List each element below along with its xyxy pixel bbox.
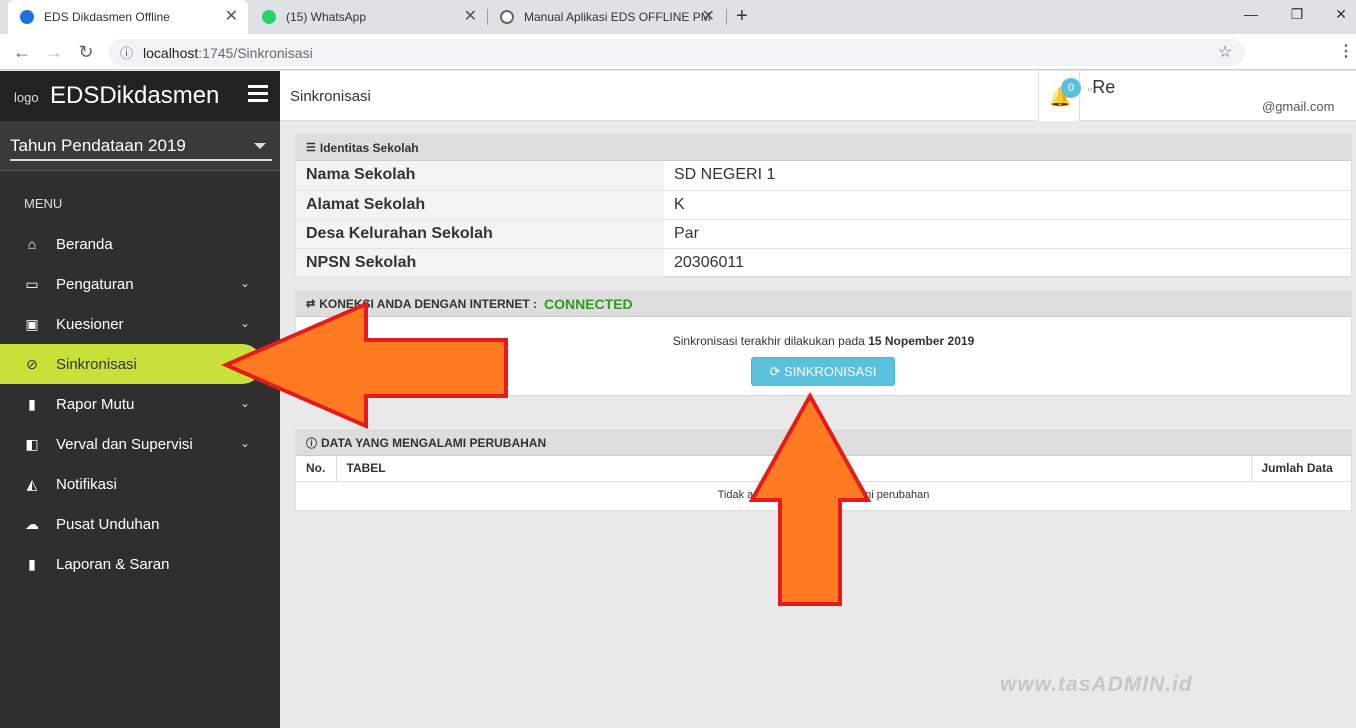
user-email: @gmail.com: [1262, 99, 1335, 114]
page-title: Sinkronisasi: [290, 88, 371, 105]
table-row: Alamat Sekolah K: [296, 190, 1351, 220]
minimize-icon[interactable]: —: [1236, 6, 1266, 22]
panel-title: DATA YANG MENGALAMI PERUBAHAN: [321, 435, 547, 450]
bell-icon: ◭: [26, 476, 38, 492]
sidebar-item-label: Rapor Mutu: [56, 395, 135, 413]
notification-button[interactable]: 🔔 0: [1038, 71, 1081, 121]
last-sync-text: Sinkronisasi terakhir dilakukan pada: [672, 334, 865, 348]
sidebar-item-beranda[interactable]: ⌂ Beranda: [0, 224, 280, 264]
identitas-table: Nama Sekolah SD NEGERI 1 Alamat Sekolah K …: [296, 161, 1351, 278]
reload-icon[interactable]: ↻: [74, 41, 98, 63]
sidebar-item-label: Pengaturan: [56, 275, 134, 293]
arrow-shape: [748, 391, 872, 606]
table-row: Nama Sekolah SD NEGERI 1: [296, 161, 1351, 191]
sidebar-item-label: Beranda: [56, 235, 113, 253]
top-header: Sinkronisasi: [280, 71, 1356, 121]
row-value: K: [664, 190, 1351, 220]
tab-title: EDS Dikdasmen Offline: [44, 10, 170, 24]
new-tab-icon[interactable]: +: [736, 5, 748, 28]
connection-status: CONNECTED: [544, 295, 633, 312]
user-name[interactable]: ▫Re: [1088, 77, 1115, 98]
close-icon[interactable]: ✕: [225, 9, 238, 25]
brand-bar: logo EDSDikdasmen: [0, 71, 280, 121]
sidebar-item-label: Verval dan Supervisi: [56, 435, 193, 453]
forward-icon[interactable]: →: [42, 41, 66, 63]
restore-icon[interactable]: ❐: [1282, 6, 1312, 23]
tab-title: Manual Aplikasi EDS OFFLINE PM: [524, 10, 711, 24]
row-value: SD NEGERI 1: [664, 161, 1351, 191]
list-icon: ☰: [306, 142, 316, 154]
home-icon: ⌂: [27, 236, 37, 252]
globe-icon: [500, 10, 514, 24]
url-path: :1745/Sinkronisasi: [198, 44, 313, 61]
row-key: Alamat Sekolah: [296, 190, 664, 220]
browser-tab[interactable]: EDS Dikdasmen Offline ✕: [8, 0, 248, 34]
refresh-icon: ⟳: [769, 364, 781, 379]
tab-title: (15) WhatsApp: [286, 10, 367, 24]
door-icon: ◧: [25, 436, 39, 452]
sinkronisasi-button-label: SINKRONISASI: [784, 364, 877, 379]
arrow-shape: [220, 300, 508, 430]
monitor-icon: ▭: [25, 276, 39, 292]
logo: logo: [14, 90, 39, 105]
watermark: www.tasADMIN.id: [1000, 673, 1193, 696]
year-select-wrap: Tahun Pendataan 2019: [0, 121, 280, 171]
notification-badge: 0: [1061, 78, 1081, 98]
table-row: NPSN Sekolah 20306011: [296, 248, 1351, 278]
column-header[interactable]: No.: [296, 456, 337, 482]
url-host: localhost: [143, 44, 199, 61]
sidebar-item-label: Pusat Unduhan: [56, 515, 160, 533]
column-header[interactable]: Jumlah Data: [1251, 456, 1351, 482]
row-key: NPSN Sekolah: [296, 248, 664, 278]
browser-menu-icon[interactable]: ⋮: [1338, 41, 1354, 61]
eds-favicon-icon: [20, 10, 34, 24]
user-name-text: Re: [1092, 77, 1116, 97]
chevron-down-icon: ⌄: [239, 276, 250, 290]
last-sync-date: 15 Nopember 2019: [868, 334, 975, 348]
hamburger-icon[interactable]: [248, 85, 268, 106]
ticket-icon: ▣: [25, 316, 39, 332]
sidebar-item-label: Notifikasi: [56, 475, 117, 493]
cloud-download-icon: ☁: [25, 516, 39, 532]
back-icon[interactable]: ←: [10, 41, 34, 63]
browser-tab[interactable]: (15) WhatsApp ✕: [250, 0, 487, 34]
row-value: Par: [664, 219, 1351, 249]
sidebar-item-label: Sinkronisasi: [56, 355, 137, 373]
close-icon[interactable]: ✕: [464, 9, 477, 25]
brand-name: EDSDikdasmen: [50, 82, 220, 109]
url-field[interactable]: ⓘ localhost:1745/Sinkronisasi: [108, 39, 1245, 66]
whatsapp-favicon-icon: [262, 10, 276, 24]
row-key: Nama Sekolah: [296, 161, 664, 191]
sidebar-item-label: Laporan & Saran: [56, 555, 170, 573]
sidebar-item-pusat-unduhan[interactable]: ☁ Pusat Unduhan: [0, 504, 280, 544]
up-arrow-annotation: [748, 391, 872, 606]
book-icon: ▮: [28, 396, 36, 412]
tab-separator: [726, 9, 727, 25]
sidebar-item-label: Kuesioner: [56, 315, 124, 333]
close-icon[interactable]: ✕: [702, 9, 715, 25]
sidebar-item-notifikasi[interactable]: ◭ Notifikasi: [0, 464, 280, 504]
info-circle-icon: ⓘ: [306, 437, 317, 450]
panel-title: Identitas Sekolah: [319, 140, 419, 155]
book-icon: ▮: [28, 556, 36, 572]
year-select[interactable]: Tahun Pendataan 2019: [10, 133, 272, 161]
close-window-icon[interactable]: ✕: [1326, 6, 1356, 23]
row-value: 20306011: [664, 248, 1351, 278]
check-circle-icon: ⊘: [26, 356, 38, 372]
identitas-panel: ☰ Identitas Sekolah Nama Sekolah SD NEGERI…: [295, 134, 1352, 278]
info-icon: ⓘ: [120, 46, 134, 61]
caret-down-icon: [254, 143, 266, 149]
menu-label: MENU: [24, 196, 63, 211]
chevron-down-icon: ⌄: [239, 436, 250, 450]
row-key: Desa Kelurahan Sekolah: [296, 219, 664, 249]
table-row: Desa Kelurahan Sekolah Par: [296, 219, 1351, 249]
bookmark-star-icon[interactable]: ☆: [1218, 42, 1232, 62]
browser-tab[interactable]: Manual Aplikasi EDS OFFLINE PM ✕: [488, 0, 725, 34]
year-select-value: Tahun Pendataan 2019: [10, 136, 186, 155]
panel-header: ☰ Identitas Sekolah: [296, 135, 1351, 161]
left-arrow-annotation: [220, 300, 508, 430]
sinkronisasi-button[interactable]: ⟳ SINKRONISASI: [751, 357, 895, 386]
sidebar-item-laporan[interactable]: ▮ Laporan & Saran: [0, 544, 280, 584]
